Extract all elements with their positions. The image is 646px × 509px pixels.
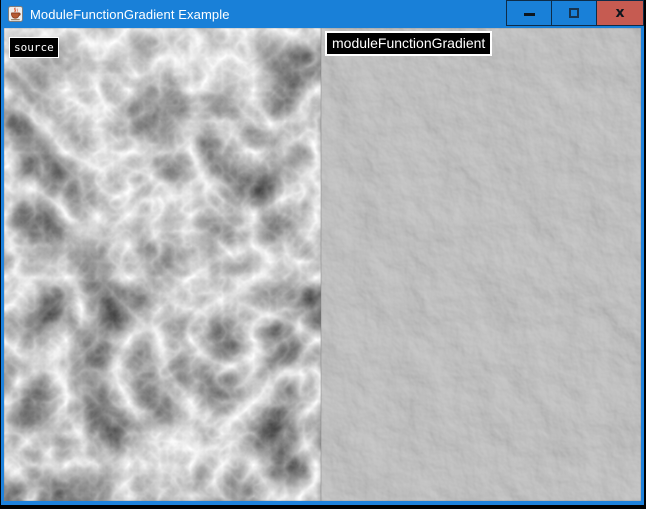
minimize-button[interactable] [506, 0, 552, 26]
window-frame: source m [1, 28, 644, 505]
minimize-icon [524, 13, 535, 16]
titlebar[interactable]: ModuleFunctionGradient Example x [1, 0, 644, 28]
maximize-icon [569, 8, 579, 18]
close-icon: x [615, 6, 624, 20]
java-app-icon [8, 6, 23, 22]
maximize-button[interactable] [551, 0, 597, 26]
gradient-label: moduleFunctionGradient [325, 31, 492, 56]
close-button[interactable]: x [596, 0, 644, 26]
source-label: source [9, 37, 59, 58]
screen-background: ModuleFunctionGradient Example x [0, 0, 646, 509]
window-title: ModuleFunctionGradient Example [30, 7, 230, 22]
gradient-noise-texture [321, 28, 641, 501]
app-window: ModuleFunctionGradient Example x [1, 0, 644, 505]
source-noise-texture [4, 28, 321, 501]
window-controls: x [507, 0, 644, 26]
gradient-image-pane: moduleFunctionGradient [321, 28, 641, 501]
source-image-pane: source [4, 28, 321, 501]
